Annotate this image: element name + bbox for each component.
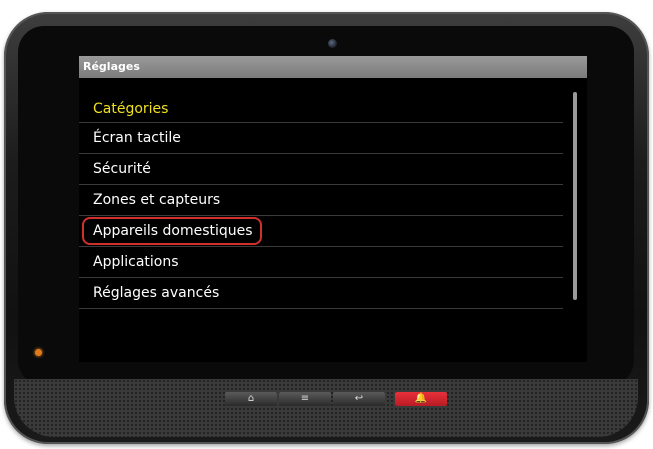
status-led bbox=[35, 349, 42, 356]
list-item-applications[interactable]: Applications bbox=[79, 247, 563, 278]
list-item-appareils-domestiques[interactable]: Appareils domestiques bbox=[79, 216, 563, 247]
list-item-securite[interactable]: Sécurité bbox=[79, 154, 563, 185]
alarm-button[interactable]: 🔔 bbox=[395, 392, 447, 406]
section-header: Catégories bbox=[79, 96, 563, 123]
list-item-ecran-tactile[interactable]: Écran tactile bbox=[79, 123, 563, 154]
list-item-reglages-avances[interactable]: Réglages avancés bbox=[79, 278, 563, 309]
speaker-grille bbox=[14, 379, 638, 437]
home-button[interactable]: ⌂ bbox=[225, 392, 277, 406]
bell-icon: 🔔 bbox=[414, 393, 428, 404]
camera-icon bbox=[328, 39, 337, 48]
back-button[interactable]: ↩ bbox=[333, 392, 385, 406]
menu-icon: ≡ bbox=[300, 393, 310, 404]
menu-button[interactable]: ≡ bbox=[279, 392, 331, 406]
window-title: Réglages bbox=[79, 56, 587, 78]
screen: Réglages Catégories Écran tactile Sécuri… bbox=[79, 56, 587, 362]
list-item-zones-capteurs[interactable]: Zones et capteurs bbox=[79, 185, 563, 216]
hardware-button-bar: ⌂ ≡ ↩ 🔔 bbox=[225, 392, 447, 406]
settings-list: Catégories Écran tactile Sécurité Zones … bbox=[79, 96, 587, 309]
home-icon: ⌂ bbox=[247, 393, 255, 404]
back-icon: ↩ bbox=[354, 393, 364, 404]
scrollbar[interactable] bbox=[573, 92, 577, 300]
highlight-ring bbox=[82, 217, 262, 245]
